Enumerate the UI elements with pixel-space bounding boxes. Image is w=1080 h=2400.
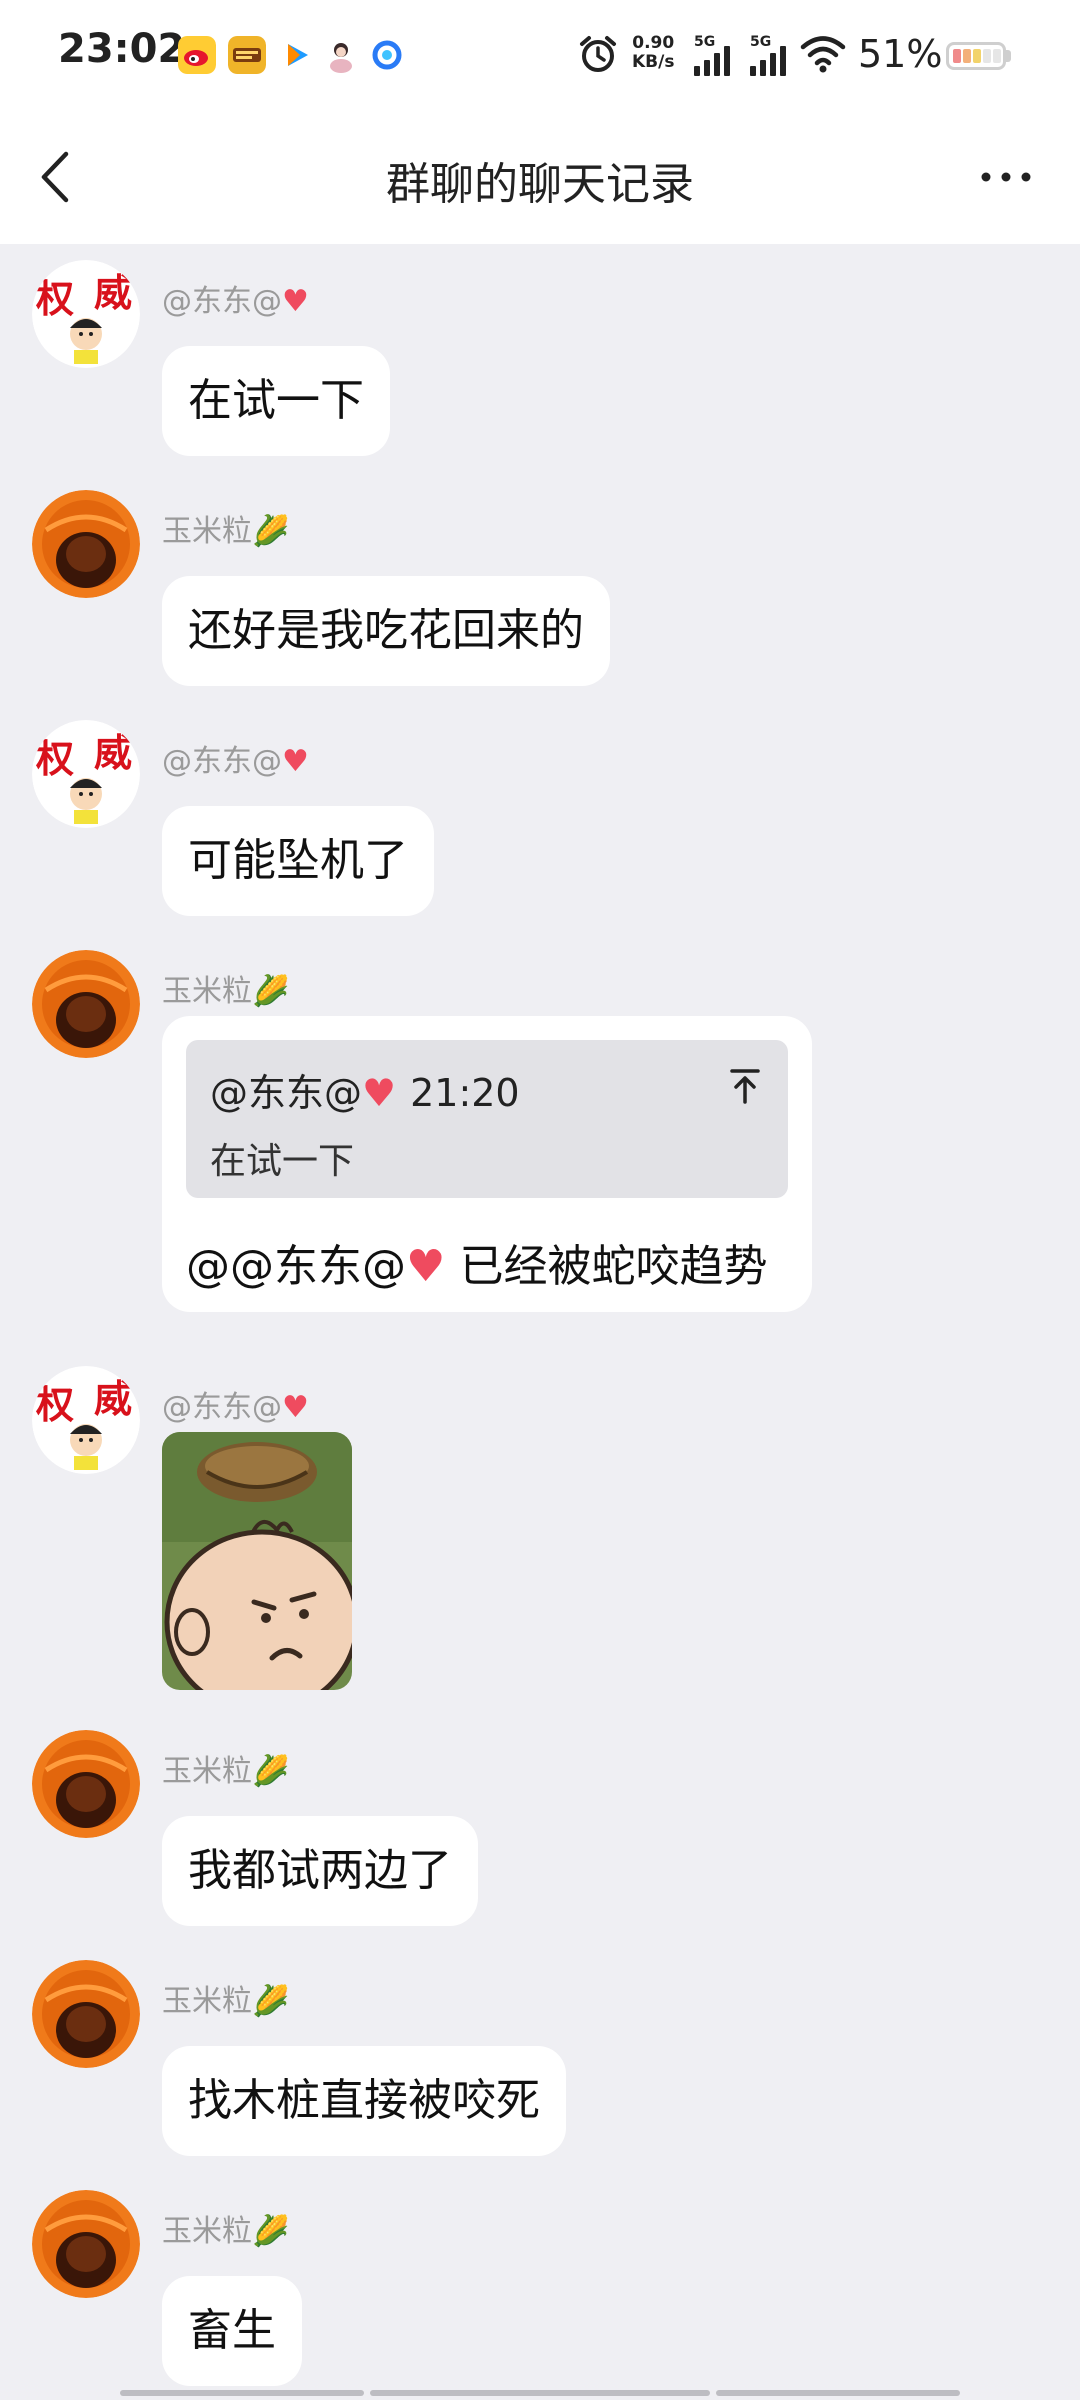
heart-emoji: ♥ xyxy=(362,1071,397,1115)
weibo-icon xyxy=(178,36,216,74)
jump-to-top-icon[interactable] xyxy=(728,1066,762,1106)
heart-emoji: ♥ xyxy=(406,1241,446,1292)
message-bubble[interactable]: 找木桩直接被咬死 xyxy=(162,2046,566,2156)
svg-text:威: 威 xyxy=(94,1379,132,1421)
message-bubble[interactable]: @东东@♥ 21:20 在试一下 @@东东@♥ 已经被蛇咬趋势 xyxy=(162,1016,812,1312)
message-bubble[interactable]: 可能坠机了 xyxy=(162,806,434,916)
more-options-icon[interactable] xyxy=(978,166,1034,188)
avatar-yumili[interactable] xyxy=(32,950,140,1058)
avatar-yumili[interactable] xyxy=(32,1960,140,2068)
avatar-dongdong[interactable]: 权 威 xyxy=(32,720,140,828)
quoted-author: @东东@ xyxy=(210,1071,363,1115)
avatar-yumili[interactable] xyxy=(32,2190,140,2298)
status-bar: 23:02 0.90 KB/s 5G 5G 51% xyxy=(0,0,1080,112)
sender-name: @东东@♥ xyxy=(162,744,309,779)
message-bubble[interactable]: 在试一下 xyxy=(162,346,390,456)
quoted-time: 21:20 xyxy=(410,1071,520,1115)
quoted-text: 在试一下 xyxy=(210,1141,355,1182)
speed-unit: KB/s xyxy=(632,52,675,72)
page-title: 群聊的聊天记录 xyxy=(386,159,694,210)
battery-percent: 51% xyxy=(858,32,943,76)
avatar-dongdong[interactable]: 权 威 xyxy=(32,1366,140,1474)
message-bubble[interactable]: 我都试两边了 xyxy=(162,1816,478,1926)
avatar-yumili[interactable] xyxy=(32,490,140,598)
video-icon xyxy=(278,36,316,74)
sender-name: @东东@♥ xyxy=(162,284,309,319)
corn-emoji: 🌽 xyxy=(252,1984,290,2019)
corn-emoji: 🌽 xyxy=(252,1754,290,1789)
scroll-indicator-segment xyxy=(120,2390,364,2396)
avatar-dongdong[interactable]: 权 威 xyxy=(32,260,140,368)
status-time: 23:02 xyxy=(58,26,186,72)
signal-bars-2 xyxy=(750,44,786,76)
chat-history-list[interactable]: 权 威 @东东@♥ 在试一下 玉米粒🌽 还好是我吃花回来的 权 威 @东东@♥ … xyxy=(0,244,1080,2400)
corn-emoji: 🌽 xyxy=(252,974,290,1009)
svg-text:权: 权 xyxy=(35,1385,74,1427)
heart-emoji: ♥ xyxy=(282,1390,309,1425)
sender-name: 玉米粒🌽 xyxy=(162,2214,290,2249)
quoted-message[interactable]: @东东@♥ 21:20 在试一下 xyxy=(186,1040,788,1198)
sender-name: 玉米粒🌽 xyxy=(162,974,290,1009)
corn-emoji: 🌽 xyxy=(252,514,290,549)
scroll-indicator-segment xyxy=(716,2390,960,2396)
wifi-icon xyxy=(800,36,846,73)
message-bubble[interactable]: 还好是我吃花回来的 xyxy=(162,576,610,686)
sticker-image[interactable] xyxy=(162,1432,352,1690)
svg-text:权: 权 xyxy=(35,279,74,321)
battery-icon xyxy=(946,42,1006,70)
heart-emoji: ♥ xyxy=(282,284,309,319)
corn-emoji: 🌽 xyxy=(252,2214,290,2249)
svg-text:威: 威 xyxy=(94,733,132,775)
network-speed: 0.90 KB/s xyxy=(632,34,674,72)
avatar-yumili[interactable] xyxy=(32,1730,140,1838)
message-bubble[interactable]: 畜生 xyxy=(162,2276,302,2386)
battery-tip xyxy=(1006,50,1011,62)
avatar-app-icon xyxy=(322,36,360,74)
svg-text:权: 权 xyxy=(35,739,74,781)
signal-bars-1 xyxy=(694,44,730,76)
game-icon xyxy=(228,36,266,74)
heart-emoji: ♥ xyxy=(282,744,309,779)
speed-value: 0.90 xyxy=(632,33,675,53)
sender-name: @东东@♥ xyxy=(162,1390,309,1425)
reply-text: @@东东@♥ 已经被蛇咬趋势 xyxy=(186,1241,768,1292)
svg-text:威: 威 xyxy=(94,273,132,315)
sender-name: 玉米粒🌽 xyxy=(162,514,290,549)
alarm-icon xyxy=(580,36,616,72)
quoted-header: @东东@♥ 21:20 xyxy=(210,1062,520,1117)
browser-icon xyxy=(368,36,406,74)
chat-header: 群聊的聊天记录 xyxy=(0,112,1080,244)
scroll-indicator-segment xyxy=(370,2390,710,2396)
sender-name: 玉米粒🌽 xyxy=(162,1984,290,2019)
sender-name: 玉米粒🌽 xyxy=(162,1754,290,1789)
